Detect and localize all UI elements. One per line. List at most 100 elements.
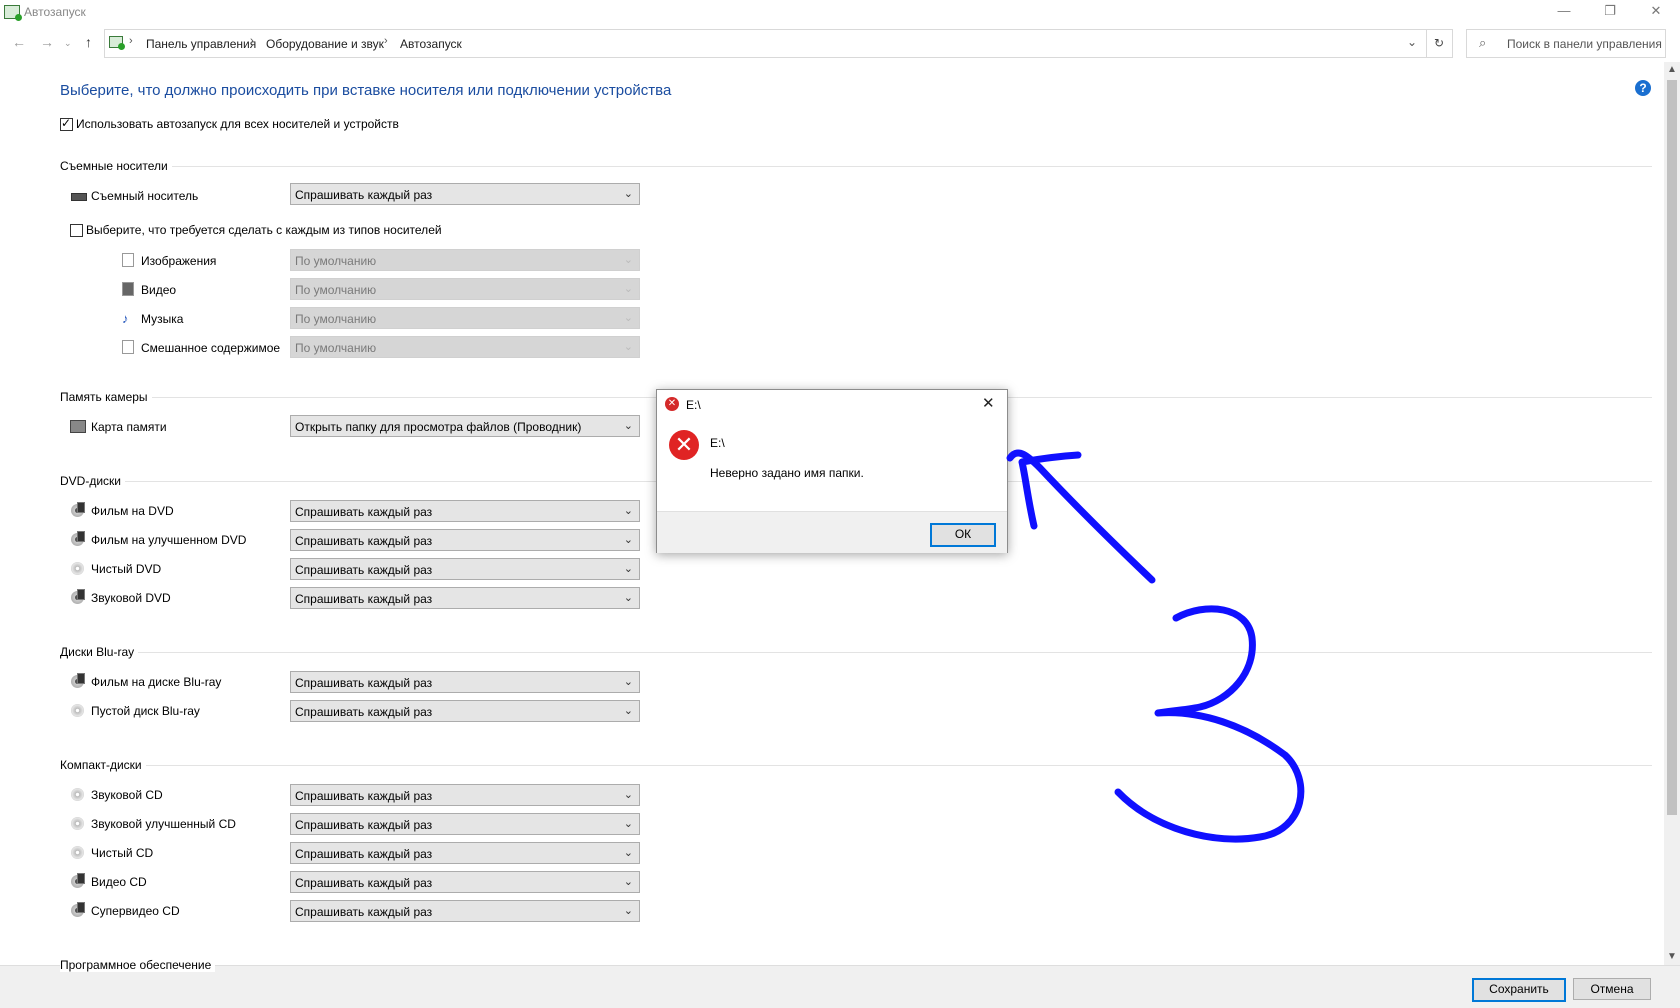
audio-cd-select[interactable]: Спрашивать каждый раз ⌄ xyxy=(290,784,640,806)
window-title: Автозапуск xyxy=(24,5,86,19)
type-label-pictures: Изображения xyxy=(141,254,217,268)
chevron-right-icon[interactable]: › xyxy=(384,35,388,47)
memory-card-select[interactable]: Открыть папку для просмотра файлов (Пров… xyxy=(290,415,640,437)
back-arrow-icon[interactable]: ← xyxy=(12,34,26,50)
chevron-down-icon: ⌄ xyxy=(623,341,633,353)
refresh-button[interactable]: ↻ xyxy=(1426,29,1453,58)
chevron-down-icon: ⌄ xyxy=(623,254,633,266)
enhanced-dvd-icon xyxy=(71,531,85,546)
chevron-down-icon: ⌄ xyxy=(623,505,633,517)
group-title: Память камеры xyxy=(60,390,152,404)
audio-dvd-icon xyxy=(71,589,85,604)
select-value: Открыть папку для просмотра файлов (Пров… xyxy=(295,420,582,434)
address-bar: ← → ⌄ ↑ › Панель управления › Оборудован… xyxy=(0,28,1680,58)
blank-bluray-select[interactable]: Спрашивать каждый раз ⌄ xyxy=(290,700,640,722)
chevron-down-icon: ⌄ xyxy=(623,676,633,688)
dialog-path: E:\ xyxy=(710,436,725,450)
close-window-button[interactable]: ✕ xyxy=(1633,0,1679,24)
enhanced-dvd-select[interactable]: Спрашивать каждый раз ⌄ xyxy=(290,529,640,551)
select-value: По умолчанию xyxy=(295,254,377,268)
type-label-music: Музыка xyxy=(141,312,184,326)
dvd-item-label: Чистый DVD xyxy=(91,562,162,576)
breadcrumb-control-panel[interactable]: Панель управления xyxy=(146,37,256,51)
group-title: Съемные носители xyxy=(60,159,172,173)
dialog-close-icon[interactable]: ✕ xyxy=(982,394,995,412)
up-arrow-icon[interactable]: ↑ xyxy=(85,34,92,50)
video-select: По умолчанию ⌄ xyxy=(290,278,640,300)
select-value: Спрашивать каждый раз xyxy=(295,847,433,861)
dvd-item-label: Фильм на улучшенном DVD xyxy=(91,533,247,547)
group-removable: Съемные носители xyxy=(60,159,1652,173)
minimize-button[interactable]: — xyxy=(1541,0,1587,24)
blank-dvd-select[interactable]: Спрашивать каждый раз ⌄ xyxy=(290,558,640,580)
music-note-icon: ♪ xyxy=(122,311,129,326)
pictures-icon xyxy=(122,253,134,267)
search-input[interactable]: ⌕ Поиск в панели управления xyxy=(1466,29,1666,58)
scroll-thumb[interactable] xyxy=(1667,80,1677,815)
group-title: Диски Blu-ray xyxy=(60,645,139,659)
music-select: По умолчанию ⌄ xyxy=(290,307,640,329)
select-value: Спрашивать каждый раз xyxy=(295,905,433,919)
vertical-scrollbar[interactable]: ▲ ▼ xyxy=(1664,62,1680,965)
select-value: Спрашивать каждый раз xyxy=(295,534,433,548)
chevron-down-icon: ⌄ xyxy=(623,705,633,717)
forward-arrow-icon[interactable]: → xyxy=(40,34,54,50)
control-panel-icon xyxy=(109,36,125,50)
mixed-content-icon xyxy=(122,340,134,354)
choose-each-type-checkbox[interactable] xyxy=(70,224,83,237)
super-video-cd-select[interactable]: Спрашивать каждый раз ⌄ xyxy=(290,900,640,922)
scroll-down-icon[interactable]: ▼ xyxy=(1667,951,1677,962)
bluray-item-label: Пустой диск Blu-ray xyxy=(91,704,200,718)
group-title: Программное обеспечение xyxy=(60,958,216,972)
select-value: Спрашивать каждый раз xyxy=(295,188,433,202)
blank-cd-select[interactable]: Спрашивать каждый раз ⌄ xyxy=(290,842,640,864)
save-button[interactable]: Сохранить xyxy=(1472,978,1566,1002)
chevron-right-icon[interactable]: › xyxy=(250,35,254,47)
error-icon: ✕ xyxy=(669,430,699,460)
enhanced-cd-select[interactable]: Спрашивать каждый раз ⌄ xyxy=(290,813,640,835)
chevron-down-icon[interactable]: ⌄ xyxy=(1407,35,1417,49)
chevron-down-icon: ⌄ xyxy=(623,283,633,295)
dvd-movie-select[interactable]: Спрашивать каждый раз ⌄ xyxy=(290,500,640,522)
bluray-movie-select[interactable]: Спрашивать каждый раз ⌄ xyxy=(290,671,640,693)
chevron-down-icon: ⌄ xyxy=(623,847,633,859)
type-label-mixed: Смешанное содержимое xyxy=(141,341,281,355)
recent-chevron-icon[interactable]: ⌄ xyxy=(64,38,72,49)
chevron-right-icon[interactable]: › xyxy=(129,35,133,47)
video-cd-icon xyxy=(71,873,85,888)
breadcrumb-autoplay[interactable]: Автозапуск xyxy=(400,37,462,51)
help-icon[interactable]: ? xyxy=(1635,80,1651,96)
breadcrumb-hardware-sound[interactable]: Оборудование и звук xyxy=(266,37,384,51)
address-box[interactable]: › Панель управления › Оборудование и зву… xyxy=(104,29,1427,58)
restore-button[interactable]: ❐ xyxy=(1587,0,1633,24)
video-icon xyxy=(122,282,134,296)
removable-device-select[interactable]: Спрашивать каждый раз ⌄ xyxy=(290,183,640,205)
cd-item-label: Видео CD xyxy=(91,875,147,889)
chevron-down-icon: ⌄ xyxy=(623,312,633,324)
blank-dvd-icon xyxy=(71,562,84,575)
bluray-movie-icon xyxy=(71,673,85,688)
dvd-item-label: Звуковой DVD xyxy=(91,591,171,605)
use-autoplay-checkbox[interactable] xyxy=(60,116,73,131)
cancel-button[interactable]: Отмена xyxy=(1573,978,1651,1000)
removable-drive-icon xyxy=(71,193,87,201)
use-autoplay-label[interactable]: Использовать автозапуск для всех носител… xyxy=(76,117,399,131)
select-value: По умолчанию xyxy=(295,341,377,355)
group-cd: Компакт-диски xyxy=(60,758,1652,772)
dialog-title: E:\ xyxy=(686,398,701,412)
video-cd-select[interactable]: Спрашивать каждый раз ⌄ xyxy=(290,871,640,893)
select-value: По умолчанию xyxy=(295,283,377,297)
chevron-down-icon: ⌄ xyxy=(623,563,633,575)
select-value: Спрашивать каждый раз xyxy=(295,705,433,719)
audio-dvd-select[interactable]: Спрашивать каждый раз ⌄ xyxy=(290,587,640,609)
chevron-down-icon: ⌄ xyxy=(623,534,633,546)
scroll-up-icon[interactable]: ▲ xyxy=(1667,64,1677,75)
memory-card-icon xyxy=(70,420,86,433)
search-placeholder: Поиск в панели управления xyxy=(1507,37,1662,51)
chevron-down-icon: ⌄ xyxy=(623,592,633,604)
chevron-down-icon: ⌄ xyxy=(623,876,633,888)
dialog-message: Неверно задано имя папки. xyxy=(710,466,864,480)
ok-button[interactable]: ОК xyxy=(930,523,996,547)
dvd-movie-icon xyxy=(71,502,85,517)
choose-each-type-label[interactable]: Выберите, что требуется сделать с каждым… xyxy=(86,223,442,237)
